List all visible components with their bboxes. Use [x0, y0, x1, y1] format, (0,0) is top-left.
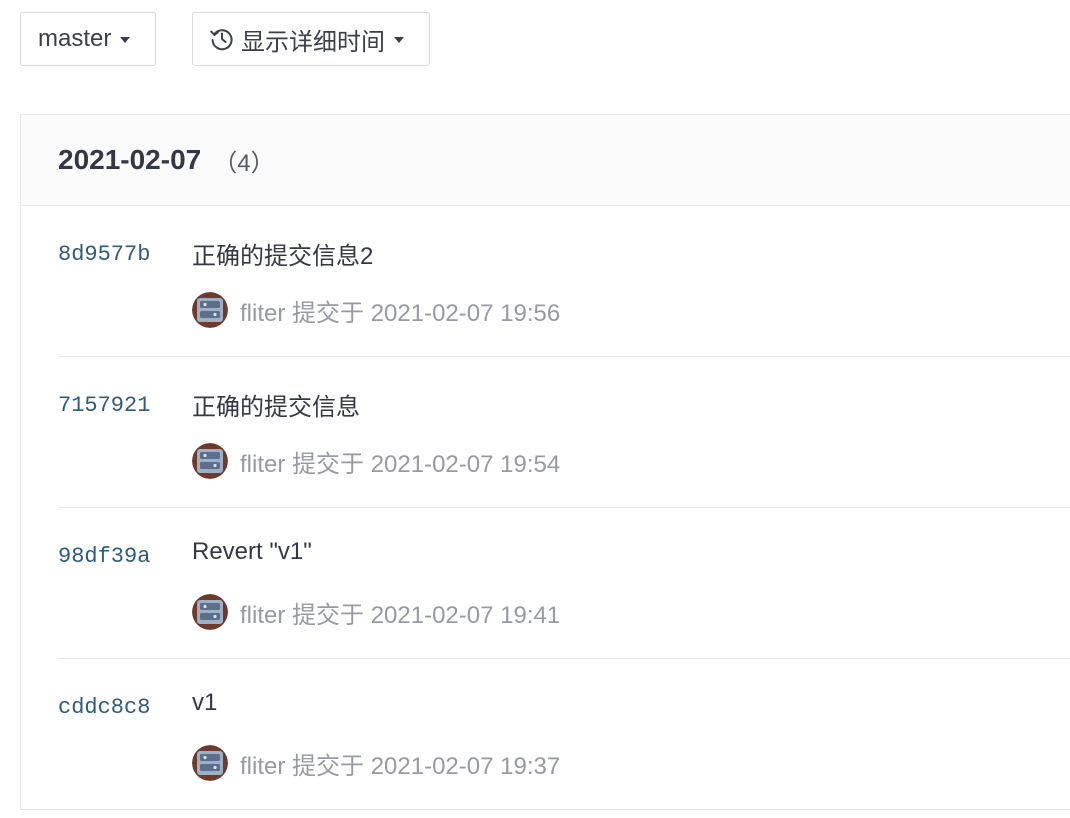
commit-sha-link[interactable]: 8d9577b	[58, 242, 150, 267]
caret-down-icon	[394, 37, 404, 43]
commit-author[interactable]: fliter	[240, 753, 285, 780]
caret-down-icon	[120, 37, 131, 43]
avatar[interactable]	[192, 745, 228, 781]
avatar[interactable]	[192, 292, 228, 328]
avatar[interactable]	[192, 443, 228, 479]
commit-action: 提交于	[292, 601, 365, 629]
commit-time: 2021-02-07 19:54	[370, 450, 561, 478]
commit-group-header: 2021-02-07 （4）	[21, 115, 1070, 206]
branch-dropdown-label: master	[38, 25, 112, 52]
commit-group-panel: 2021-02-07 （4） 8d9577b 正确的提交信息2 fliter 提…	[20, 114, 1070, 810]
commit-row: 8d9577b 正确的提交信息2 fliter 提交于 2021-02-07 1…	[58, 206, 1070, 357]
commit-row: 7157921 正确的提交信息 fliter 提交于 2021-02-07 19…	[58, 357, 1070, 508]
commit-time: 2021-02-07 19:37	[370, 752, 561, 780]
commit-action: 提交于	[292, 752, 365, 780]
commit-sha-link[interactable]: cddc8c8	[58, 695, 150, 720]
commit-title-link[interactable]: 正确的提交信息	[192, 387, 360, 422]
commit-action: 提交于	[292, 450, 365, 478]
commit-row: 98df39a Revert "v1" fliter 提交于 2021-02-0…	[58, 508, 1070, 659]
commit-author[interactable]: fliter	[240, 300, 285, 327]
commit-title-link[interactable]: v1	[192, 689, 217, 717]
commit-title-link[interactable]: Revert "v1"	[192, 538, 312, 566]
commit-action: 提交于	[292, 299, 365, 327]
group-date: 2021-02-07	[58, 144, 202, 175]
commit-time: 2021-02-07 19:56	[370, 299, 561, 327]
commit-meta-text: fliter 提交于 2021-02-07 19:54	[240, 444, 560, 479]
commit-meta: fliter 提交于 2021-02-07 19:41	[192, 594, 560, 630]
commit-meta: fliter 提交于 2021-02-07 19:54	[192, 443, 560, 479]
commit-meta-text: fliter 提交于 2021-02-07 19:56	[240, 293, 560, 328]
history-icon	[209, 26, 235, 52]
commit-sha-link[interactable]: 7157921	[58, 393, 150, 418]
commit-row: cddc8c8 v1 fliter 提交于 2021-02-07 19:37	[58, 659, 1070, 810]
commit-author[interactable]: fliter	[240, 602, 285, 629]
commit-sha-link[interactable]: 98df39a	[58, 544, 150, 569]
commit-meta: fliter 提交于 2021-02-07 19:37	[192, 745, 560, 781]
commit-meta-text: fliter 提交于 2021-02-07 19:37	[240, 746, 560, 781]
commit-meta-text: fliter 提交于 2021-02-07 19:41	[240, 595, 560, 630]
group-count: （4）	[213, 149, 275, 177]
avatar[interactable]	[192, 594, 228, 630]
commit-title-link[interactable]: 正确的提交信息2	[192, 236, 373, 271]
detailed-time-label: 显示详细时间	[241, 28, 385, 56]
commit-meta: fliter 提交于 2021-02-07 19:56	[192, 292, 560, 328]
branch-dropdown[interactable]: master	[20, 12, 156, 66]
commit-time: 2021-02-07 19:41	[370, 601, 561, 629]
detailed-time-dropdown[interactable]: 显示详细时间	[192, 12, 430, 66]
commit-author[interactable]: fliter	[240, 451, 285, 478]
